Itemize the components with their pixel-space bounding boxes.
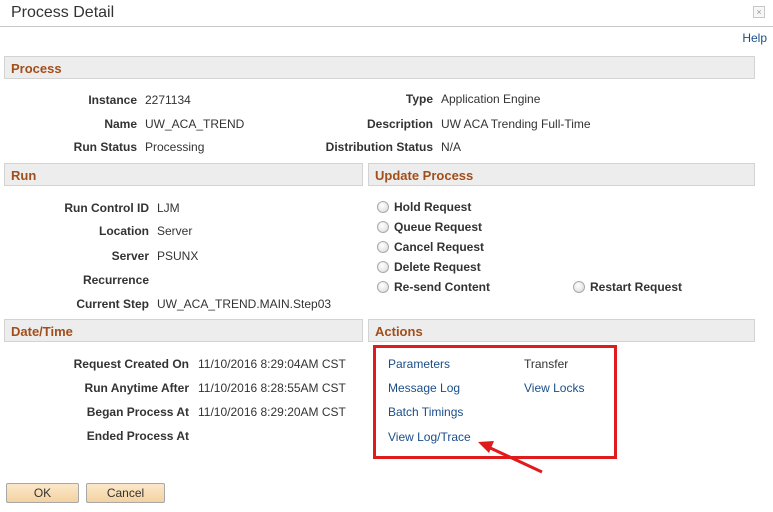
actions-section-header: Actions bbox=[368, 319, 755, 342]
radio-button-icon[interactable] bbox=[377, 221, 389, 233]
restart-request-option[interactable]: Restart Request bbox=[573, 279, 682, 295]
radio-button-icon[interactable] bbox=[377, 201, 389, 213]
recurrence-label: Recurrence bbox=[82, 273, 149, 287]
radio-button-icon[interactable] bbox=[377, 261, 389, 273]
ok-button[interactable]: OK bbox=[6, 483, 79, 503]
run-status-value: Processing bbox=[145, 140, 205, 154]
cancel-request-label: Cancel Request bbox=[394, 240, 485, 254]
resend-content-label: Re-send Content bbox=[394, 280, 490, 294]
server-value: PSUNX bbox=[157, 249, 199, 263]
arrow-annotation-icon bbox=[478, 441, 543, 474]
location-value: Server bbox=[157, 224, 193, 238]
datetime-section-title: Date/Time bbox=[11, 324, 73, 339]
run-status-label: Run Status bbox=[73, 140, 137, 154]
datetime-section-header: Date/Time bbox=[4, 319, 363, 342]
began-process-label: Began Process At bbox=[86, 405, 189, 419]
queue-request-label: Queue Request bbox=[394, 220, 483, 234]
delete-request-label: Delete Request bbox=[394, 260, 481, 274]
run-anytime-label: Run Anytime After bbox=[84, 381, 189, 395]
delete-request-option[interactable]: Delete Request bbox=[377, 259, 481, 275]
cancel-button[interactable]: Cancel bbox=[86, 483, 165, 503]
process-section-header: Process bbox=[4, 56, 755, 79]
resend-content-option[interactable]: Re-send Content bbox=[377, 279, 490, 295]
description-value: UW ACA Trending Full-Time bbox=[441, 117, 591, 131]
update-process-section-title: Update Process bbox=[375, 168, 474, 183]
instance-label: Instance bbox=[88, 93, 137, 107]
type-value: Application Engine bbox=[441, 92, 541, 106]
actions-section-title: Actions bbox=[375, 324, 423, 339]
description-label: Description bbox=[366, 117, 433, 131]
restart-request-label: Restart Request bbox=[590, 280, 683, 294]
current-step-label: Current Step bbox=[76, 297, 149, 311]
hold-request-label: Hold Request bbox=[394, 200, 472, 214]
hold-request-option[interactable]: Hold Request bbox=[377, 199, 471, 215]
distribution-status-label: Distribution Status bbox=[325, 140, 433, 154]
radio-button-icon[interactable] bbox=[377, 241, 389, 253]
request-created-value: 11/10/2016 8:29:04AM CST bbox=[198, 357, 346, 371]
cancel-request-option[interactable]: Cancel Request bbox=[377, 239, 484, 255]
help-link[interactable]: Help bbox=[742, 31, 767, 45]
run-control-id-value: LJM bbox=[157, 201, 180, 215]
distribution-status-value: N/A bbox=[441, 140, 462, 154]
name-value: UW_ACA_TREND bbox=[145, 117, 245, 131]
type-label: Type bbox=[405, 92, 433, 106]
queue-request-option[interactable]: Queue Request bbox=[377, 219, 482, 235]
close-icon[interactable]: × bbox=[753, 6, 765, 18]
request-created-label: Request Created On bbox=[73, 357, 189, 371]
server-label: Server bbox=[111, 249, 149, 263]
run-section-title: Run bbox=[11, 168, 37, 183]
window-title: Process Detail bbox=[11, 4, 115, 21]
run-section-header: Run bbox=[4, 163, 363, 186]
instance-value: 2271134 bbox=[145, 93, 191, 107]
run-control-id-label: Run Control ID bbox=[64, 201, 149, 215]
title-bar: Process Detail × bbox=[0, 0, 773, 27]
name-label: Name bbox=[104, 117, 137, 131]
process-section-title: Process bbox=[11, 61, 62, 76]
location-label: Location bbox=[99, 224, 149, 238]
ended-process-label: Ended Process At bbox=[86, 429, 189, 443]
run-anytime-value: 11/10/2016 8:28:55AM CST bbox=[198, 381, 346, 395]
current-step-value: UW_ACA_TREND.MAIN.Step03 bbox=[157, 297, 332, 311]
radio-button-icon[interactable] bbox=[377, 281, 389, 293]
radio-button-icon[interactable] bbox=[573, 281, 585, 293]
update-process-section-header: Update Process bbox=[368, 163, 755, 186]
began-process-value: 11/10/2016 8:29:20AM CST bbox=[198, 405, 346, 419]
